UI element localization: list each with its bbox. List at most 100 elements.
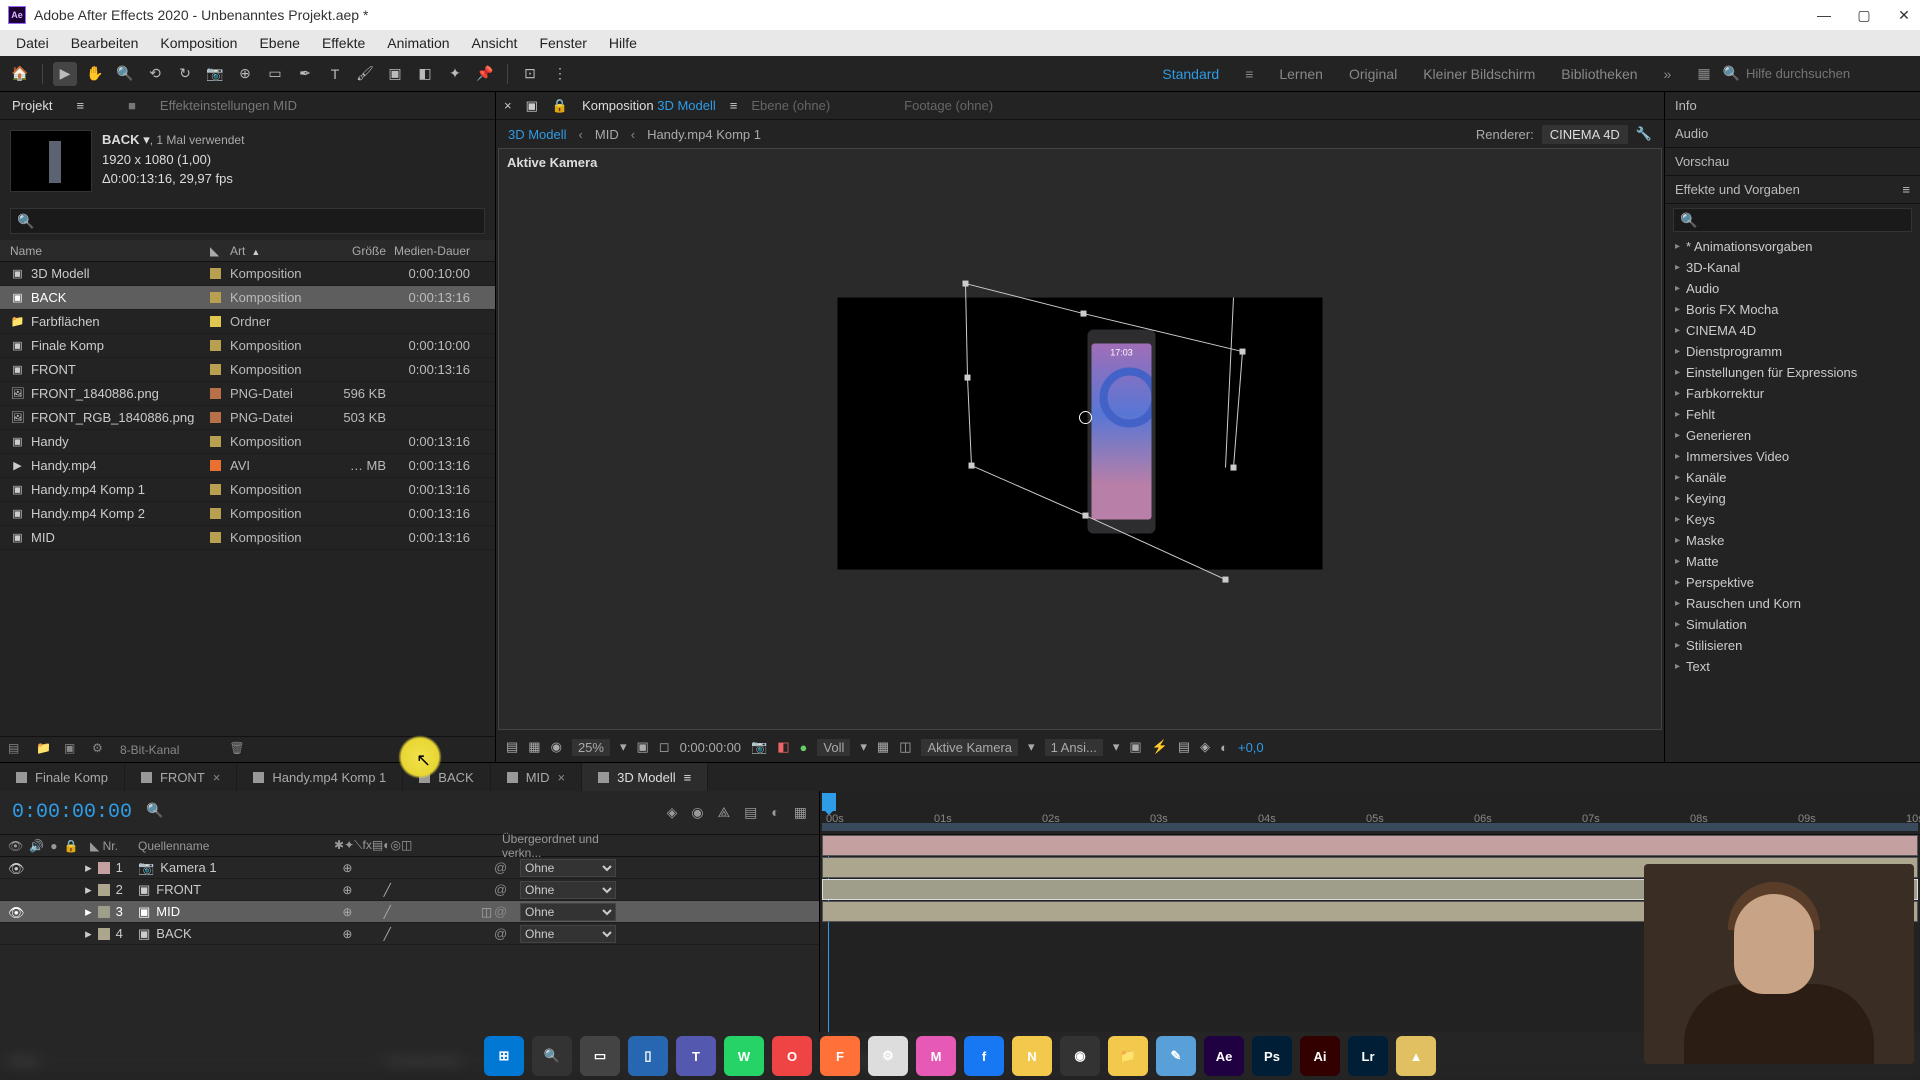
shy-switch[interactable]: ⊕ [340, 927, 355, 941]
roto-tool[interactable]: ✦ [443, 62, 467, 86]
effect-category[interactable]: Kanäle [1665, 467, 1920, 488]
layer-row[interactable]: ▸2 ▣FRONT ⊕╱ @ Ohne [0, 879, 819, 901]
project-row[interactable]: 📁Farbflächen Ordner [0, 310, 495, 334]
snap-options[interactable]: ⋮ [548, 62, 572, 86]
effect-category[interactable]: Text [1665, 656, 1920, 677]
workspace-original[interactable]: Original [1349, 66, 1397, 82]
composition-viewer[interactable]: Aktive Kamera 17:03 [498, 148, 1662, 730]
label-color-icon[interactable] [210, 268, 221, 279]
effects-search[interactable]: 🔍 [1673, 208, 1912, 232]
new-folder-icon[interactable]: 📁 [36, 741, 54, 759]
menu-animation[interactable]: Animation [377, 31, 459, 55]
timeline-icon[interactable]: ▤ [1178, 739, 1190, 755]
label-color-icon[interactable] [210, 340, 221, 351]
timeline-tab[interactable]: FRONT× [125, 763, 237, 791]
effect-category[interactable]: Keys [1665, 509, 1920, 530]
menu-fenster[interactable]: Fenster [529, 31, 596, 55]
effect-category[interactable]: Einstellungen für Expressions [1665, 362, 1920, 383]
taskbar-app1[interactable]: ⚙ [868, 1036, 908, 1076]
taskbar-facebook[interactable]: f [964, 1036, 1004, 1076]
shy-switch[interactable]: ⊕ [340, 905, 355, 919]
timeline-tab[interactable]: Handy.mp4 Komp 1 [237, 763, 403, 791]
3d-view-icon[interactable]: ◫ [899, 739, 911, 755]
comp-close-icon[interactable]: × [504, 98, 512, 113]
collapse-switch[interactable]: ╱ [380, 927, 395, 941]
pen-tool[interactable]: ✒ [293, 62, 317, 86]
project-panel-menu-icon[interactable]: ≡ [70, 94, 90, 117]
menu-hilfe[interactable]: Hilfe [599, 31, 647, 55]
col-parent[interactable]: Übergeordnet und verkn... [494, 832, 634, 860]
shy-switch[interactable]: ⊕ [340, 861, 355, 875]
camera-tool[interactable]: 📷 [203, 62, 227, 86]
taskbar-ae[interactable]: Ae [1204, 1036, 1244, 1076]
zoom-level[interactable]: 25% [572, 739, 610, 756]
taskbar-firefox[interactable]: F [820, 1036, 860, 1076]
collapse-switch[interactable]: ╱ [380, 905, 395, 919]
taskbar-teams[interactable]: T [676, 1036, 716, 1076]
timeline-search-icon[interactable]: 🔍 [146, 802, 168, 824]
orbit-tool[interactable]: ⟲ [143, 62, 167, 86]
effect-category[interactable]: Keying [1665, 488, 1920, 509]
workspace-lernen[interactable]: Lernen [1279, 66, 1323, 82]
label-color-icon[interactable] [210, 436, 221, 447]
camera-select[interactable]: Aktive Kamera [921, 739, 1018, 756]
trash-icon[interactable]: 🗑 [229, 741, 247, 759]
project-row[interactable]: ▣MID Komposition 0:00:13:16 [0, 526, 495, 550]
project-row[interactable]: ▣3D Modell Komposition 0:00:10:00 [0, 262, 495, 286]
footage-viewer-tab[interactable]: Footage (ohne) [904, 98, 993, 113]
project-row[interactable]: ▣Handy.mp4 Komp 1 Komposition 0:00:13:16 [0, 478, 495, 502]
effect-category[interactable]: Maske [1665, 530, 1920, 551]
parent-pickwhip-icon[interactable]: @ [494, 882, 512, 897]
renderer-value[interactable]: CINEMA 4D [1542, 125, 1628, 144]
comp-maximize-icon[interactable]: ▣ [526, 98, 538, 114]
tab-menu-icon[interactable]: ≡ [684, 770, 692, 785]
timeline-tab[interactable]: 3D Modell≡ [582, 763, 708, 791]
taskbar-ai[interactable]: Ai [1300, 1036, 1340, 1076]
menu-ebene[interactable]: Ebene [249, 31, 309, 55]
shape-tool[interactable]: ▭ [263, 62, 287, 86]
parent-select[interactable]: Ohne [520, 903, 616, 921]
3d-switch[interactable] [479, 861, 494, 875]
visibility-toggle[interactable]: 👁 [8, 861, 22, 875]
window-close-button[interactable]: ✕ [1896, 7, 1912, 24]
effect-category[interactable]: Perspektive [1665, 572, 1920, 593]
rotate-tool[interactable]: ↻ [173, 62, 197, 86]
help-search-input[interactable] [1746, 66, 1906, 81]
effect-category[interactable]: Dienstprogramm [1665, 341, 1920, 362]
exposure-value[interactable]: +0,0 [1238, 740, 1264, 755]
breadcrumb-item[interactable]: MID [595, 127, 619, 142]
expand-layer-icon[interactable]: ▸ [85, 882, 92, 898]
project-row[interactable]: 🖼FRONT_RGB_1840886.png PNG-Datei 503 KB [0, 406, 495, 430]
effect-category[interactable]: Immersives Video [1665, 446, 1920, 467]
eraser-tool[interactable]: ◧ [413, 62, 437, 86]
views-select[interactable]: 1 Ansi... [1045, 739, 1103, 756]
layer-label-color[interactable] [98, 862, 110, 874]
project-search[interactable]: 🔍 [10, 208, 485, 234]
window-minimize-button[interactable]: — [1816, 7, 1832, 24]
expand-layer-icon[interactable]: ▸ [85, 860, 92, 876]
menu-ansicht[interactable]: Ansicht [462, 31, 528, 55]
views-dropdown-icon[interactable]: ▾ [1113, 739, 1120, 755]
workspace-reset-icon[interactable]: ▦ [1697, 65, 1710, 82]
project-row[interactable]: ▣Finale Komp Komposition 0:00:10:00 [0, 334, 495, 358]
comp-panel-menu-icon[interactable]: ≡ [730, 98, 738, 113]
3d-switch[interactable] [479, 927, 494, 941]
visibility-toggle[interactable] [8, 883, 22, 897]
taskbar-notes[interactable]: N [1012, 1036, 1052, 1076]
grid-toggle-icon[interactable]: ▦ [528, 739, 540, 755]
taskbar-lr[interactable]: Lr [1348, 1036, 1388, 1076]
motion-blur-icon[interactable]: ◐ [771, 804, 779, 821]
layer-row[interactable]: ▸4 ▣BACK ⊕╱ @ Ohne [0, 923, 819, 945]
effects-panel-menu-icon[interactable]: ≡ [1902, 182, 1910, 197]
layer-viewer-tab[interactable]: Ebene (ohne) [751, 98, 830, 113]
taskbar-obs[interactable]: ◉ [1060, 1036, 1100, 1076]
breadcrumb-item[interactable]: Handy.mp4 Komp 1 [647, 127, 761, 142]
col-name[interactable]: Name [0, 244, 210, 258]
label-color-icon[interactable] [210, 484, 221, 495]
effects-panel-tab[interactable]: Effekte und Vorgaben [1675, 182, 1800, 197]
taskbar-search[interactable]: 🔍 [532, 1036, 572, 1076]
clone-tool[interactable]: ▣ [383, 62, 407, 86]
timeline-tab[interactable]: MID× [491, 763, 582, 791]
tab-close-icon[interactable]: × [558, 770, 566, 785]
effect-category[interactable]: Farbkorrektur [1665, 383, 1920, 404]
